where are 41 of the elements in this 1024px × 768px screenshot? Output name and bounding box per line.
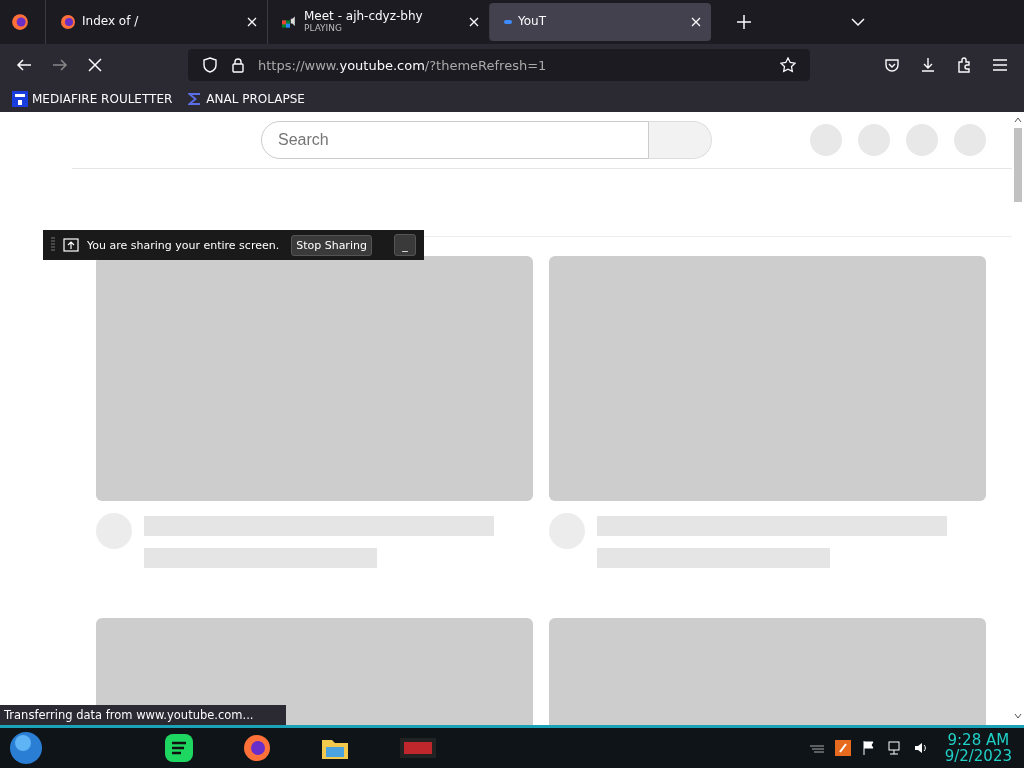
sigma-icon <box>186 91 203 107</box>
pocket-icon[interactable] <box>884 57 900 73</box>
firefox-icon[interactable] <box>11 13 29 31</box>
bookmark-item[interactable]: MEDIAFIRE ROULETTER <box>12 91 173 107</box>
video-call-speaker-icon <box>282 14 298 30</box>
chevron-down-icon[interactable] <box>851 17 865 27</box>
forward-icon[interactable] <box>52 57 68 73</box>
clock[interactable]: 9:28 AM 9/2/2023 <box>944 731 1012 765</box>
minimize-button[interactable]: _ <box>394 234 416 256</box>
download-icon[interactable] <box>920 57 936 73</box>
back-icon[interactable] <box>16 57 32 73</box>
share-screen-icon <box>63 237 79 253</box>
loading-icon <box>504 20 512 24</box>
start-orb-icon[interactable] <box>9 731 43 765</box>
menu-icon[interactable] <box>992 57 1008 73</box>
volume-icon[interactable] <box>912 740 929 756</box>
search-field[interactable]: Search <box>261 121 649 159</box>
lock-icon[interactable] <box>230 57 246 73</box>
bookmark-item[interactable]: ANAL PROLAPSE <box>186 91 305 107</box>
close-icon[interactable] <box>469 17 479 27</box>
stop-sharing-button[interactable]: Stop Sharing <box>291 234 372 256</box>
close-icon[interactable] <box>691 17 701 27</box>
browser-tab[interactable]: YouT <box>489 3 711 41</box>
firefox-icon[interactable] <box>242 733 272 763</box>
flag-icon[interactable] <box>860 740 877 756</box>
close-icon[interactable] <box>247 17 257 27</box>
tray-app-icon[interactable] <box>834 740 851 756</box>
plus-icon[interactable] <box>737 15 751 29</box>
network-icon[interactable] <box>886 740 903 756</box>
status-text: Transferring data from www.youtube.com... <box>0 705 286 725</box>
firefox-icon <box>60 14 76 30</box>
star-icon[interactable] <box>780 57 796 73</box>
shield-icon[interactable] <box>202 57 218 73</box>
url-text: https://www.youtube.com/?themeRefresh=1 <box>258 57 548 73</box>
sharing-message: You are sharing your entire screen. <box>87 238 280 252</box>
address-bar[interactable]: https://www.youtube.com/?themeRefresh=1 <box>188 49 810 81</box>
music-app-icon[interactable] <box>164 733 194 763</box>
drag-handle-icon[interactable] <box>51 237 55 253</box>
bookmark-favicon-icon <box>12 91 28 107</box>
puzzle-icon[interactable] <box>956 57 972 73</box>
stop-loading-icon[interactable] <box>88 58 102 72</box>
